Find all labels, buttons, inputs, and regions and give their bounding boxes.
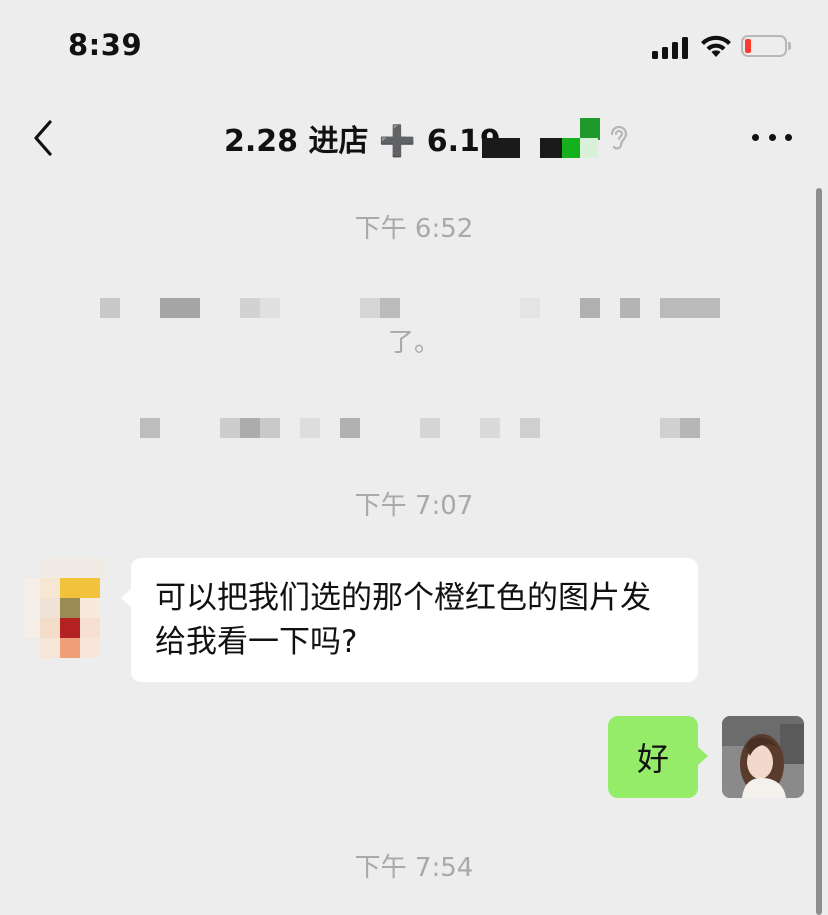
chat-screen: 8:39 2.28 进店 ➕ 6.19 下午 6:52 了。 下午 7:07 可…	[0, 0, 828, 915]
incoming-message-text: 可以把我们选的那个橙红色的图片发给我看一下吗?	[155, 580, 651, 660]
outgoing-message-text: 好	[636, 740, 669, 778]
timestamp: 下午 7:54	[354, 853, 474, 883]
redacted-block	[580, 118, 600, 140]
system-message-tail: 了。	[387, 328, 440, 358]
cellular-signal-icon	[652, 37, 692, 59]
contact-avatar[interactable]	[24, 558, 108, 658]
status-time: 8:39	[68, 28, 143, 62]
battery-icon	[741, 35, 787, 57]
chat-title-text: 2.28 进店 ➕ 6.19	[224, 124, 501, 159]
chat-title: 2.28 进店 ➕ 6.19	[224, 118, 501, 159]
user-avatar[interactable]	[722, 716, 804, 798]
ear-icon	[610, 125, 628, 150]
wifi-icon	[701, 35, 731, 57]
bubble-tail	[697, 746, 708, 766]
battery-level	[745, 39, 751, 53]
more-dots-icon[interactable]	[752, 130, 792, 144]
incoming-message-bubble[interactable]: 可以把我们选的那个橙红色的图片发给我看一下吗?	[121, 558, 698, 682]
outgoing-message-bubble[interactable]: 好	[608, 716, 708, 798]
timestamp: 下午 6:52	[354, 214, 474, 244]
redacted-block	[580, 138, 598, 158]
battery-cap	[788, 42, 791, 50]
bubble-tail	[121, 588, 132, 608]
timestamp: 下午 7:07	[354, 491, 474, 521]
scrollbar[interactable]	[816, 188, 822, 915]
redacted-block	[482, 138, 520, 158]
chevron-left-icon[interactable]	[28, 118, 58, 158]
redacted-block	[540, 138, 562, 158]
redacted-block	[562, 138, 582, 158]
